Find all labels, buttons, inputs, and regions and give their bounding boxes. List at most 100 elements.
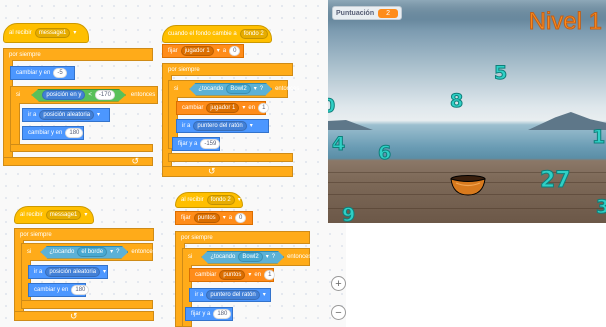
mountain-left (328, 120, 373, 130)
change-y-block[interactable]: cambiar y en 180 (22, 126, 84, 140)
set-variable-block[interactable]: fijar jugador 1 ▾ a 0 (162, 44, 244, 58)
message-dropdown[interactable]: message1 (34, 28, 71, 38)
block-label: al recibir (9, 30, 32, 36)
stage[interactable]: Puntuación 2 Nivel 1 5 8 0 4 6 1 27 9 3 (328, 0, 606, 223)
variable-dropdown[interactable]: puntos (219, 270, 246, 280)
dropdown-caret-icon: ▾ (237, 197, 241, 203)
if-block[interactable]: si posición en y < -170 entonces (10, 86, 158, 104)
number-input[interactable]: 180 (213, 309, 232, 319)
value-input[interactable]: 1 (264, 270, 276, 280)
sprite-dropdown[interactable]: Bowl2 (238, 252, 263, 262)
sprite-dropdown[interactable]: Bowl2 (226, 84, 251, 94)
change-y-block[interactable]: cambiar y en 180 (28, 283, 90, 297)
number-input[interactable]: 180 (71, 285, 90, 295)
sprite-pane-blank (346, 223, 606, 327)
block-label: ir a (182, 123, 191, 129)
change-variable-block[interactable]: cambiar jugador 1 ▾ en 1 (176, 101, 270, 115)
block-label: cambiar y en (34, 287, 69, 293)
falling-number-sprite[interactable]: 27 (540, 168, 572, 194)
falling-number-sprite[interactable]: 6 (377, 142, 391, 165)
value-input[interactable]: 0 (229, 46, 241, 56)
bowl-sprite[interactable] (449, 175, 487, 196)
backdrop-dropdown[interactable]: fondo 2 (239, 29, 268, 39)
target-dropdown[interactable]: puntero del ratón (206, 290, 260, 300)
if-block[interactable]: si ¿tocando Bowl2 ▾ ? entonces (168, 80, 299, 98)
block-label: por siempre (168, 66, 200, 73)
block-label: cuando el fondo cambie a (168, 31, 237, 37)
block-label: entonces (275, 86, 300, 92)
number-input[interactable]: 180 (65, 128, 84, 138)
block-label: ir a (34, 269, 43, 275)
dropdown-caret-icon: ▾ (73, 30, 77, 36)
number-input[interactable]: -170 (94, 90, 115, 100)
touching-sensor[interactable]: ¿tocando Bowl2 ▾ ? (201, 250, 285, 264)
variable-dropdown[interactable]: puntos (193, 213, 220, 223)
score-monitor[interactable]: Puntuación 2 (332, 6, 403, 20)
block-label: si (16, 92, 21, 98)
falling-number-sprite[interactable]: 1 (591, 126, 605, 149)
forever-end: ↺ (162, 166, 293, 177)
position-y-reporter[interactable]: posición en y (42, 90, 86, 100)
if-end (10, 144, 153, 152)
zoom-in-button[interactable]: + (331, 276, 346, 291)
falling-number-sprite[interactable]: 4 (331, 133, 345, 156)
if-block[interactable]: si ¿tocando el borde ▾ ? entonces (21, 243, 156, 261)
zoom-out-button[interactable]: − (331, 305, 346, 320)
set-y-block[interactable]: fijar y a -159 (172, 137, 221, 151)
target-dropdown[interactable]: posición aleatoria (39, 110, 95, 120)
falling-number-sprite[interactable]: 3 (595, 196, 606, 219)
go-to-block[interactable]: ir a puntero del ratón ▾ (176, 119, 269, 133)
message-dropdown[interactable]: message1 (45, 210, 82, 220)
forever-block[interactable]: por siempre (3, 48, 153, 61)
forever-end: ↺ (14, 311, 154, 321)
when-receive-block[interactable]: al recibir fondo 2 ▾ (175, 192, 243, 208)
block-label: fijar (181, 215, 191, 221)
falling-number-sprite[interactable]: 9 (341, 204, 355, 224)
touching-sensor[interactable]: ¿tocando Bowl2 ▾ ? (189, 82, 273, 96)
set-y-block[interactable]: fijar y a 180 (185, 307, 233, 321)
target-dropdown[interactable]: puntero del ratón (193, 121, 247, 131)
number-input[interactable]: -5 (53, 68, 67, 78)
go-to-block[interactable]: ir a posición aleatoria ▾ (28, 265, 108, 279)
dropdown-caret-icon: ▾ (248, 272, 252, 278)
block-label: cambiar y en (28, 130, 63, 136)
value-input[interactable]: 1 (258, 103, 270, 113)
falling-number-sprite[interactable]: 8 (449, 90, 463, 113)
block-label: fijar y a (191, 311, 211, 317)
dropdown-caret-icon: ▾ (216, 48, 220, 54)
when-receive-block[interactable]: al recibir message1 ▾ (3, 23, 89, 43)
dropdown-caret-icon: ▾ (97, 112, 101, 118)
target-dropdown[interactable]: posición aleatoria (45, 267, 101, 277)
forever-end: ↺ (3, 157, 153, 166)
operator-symbol: < (88, 92, 92, 98)
less-than-operator[interactable]: posición en y < -170 (31, 88, 126, 102)
when-backdrop-switches-block[interactable]: cuando el fondo cambie a fondo 2 ▾ (162, 25, 274, 43)
dropdown-caret-icon: ▾ (242, 105, 246, 111)
when-receive-block[interactable]: al recibir message1 ▾ (14, 206, 94, 224)
falling-number-sprite[interactable]: 5 (493, 62, 507, 85)
go-to-block[interactable]: ir a posición aleatoria ▾ (22, 108, 110, 122)
go-to-block[interactable]: ir a puntero del ratón ▾ (189, 288, 271, 302)
if-arm (10, 103, 20, 145)
forever-block[interactable]: por siempre (162, 63, 293, 76)
object-dropdown[interactable]: el borde (77, 247, 108, 257)
variable-dropdown[interactable]: jugador 1 (180, 46, 214, 56)
loop-arrow-icon: ↺ (208, 166, 216, 176)
score-value: 2 (378, 8, 399, 18)
plus-icon: + (335, 277, 342, 290)
backdrop-dropdown[interactable]: fondo 2 (206, 195, 235, 205)
loop-arrow-icon: ↺ (70, 310, 78, 321)
change-y-block[interactable]: cambiar y en -5 (10, 66, 75, 80)
variable-dropdown[interactable]: jugador 1 (206, 103, 240, 113)
if-block[interactable]: si ¿tocando Bowl2 ▾ ? entonces (182, 248, 311, 266)
code-area[interactable]: al recibir message1 ▾ por siempre cambiar… (0, 0, 346, 327)
touching-sensor[interactable]: ¿tocando el borde ▾ ? (40, 245, 129, 259)
forever-block[interactable]: por siempre (175, 231, 310, 244)
falling-number-sprite[interactable]: 0 (328, 95, 336, 118)
number-input[interactable]: -159 (200, 139, 221, 149)
set-variable-block[interactable]: fijar puntos ▾ a 0 (175, 211, 253, 225)
change-variable-block[interactable]: cambiar puntos ▾ en 1 (189, 268, 276, 282)
block-label: si (174, 86, 179, 92)
value-input[interactable]: 0 (235, 213, 247, 223)
forever-block[interactable]: por siempre (14, 228, 154, 241)
